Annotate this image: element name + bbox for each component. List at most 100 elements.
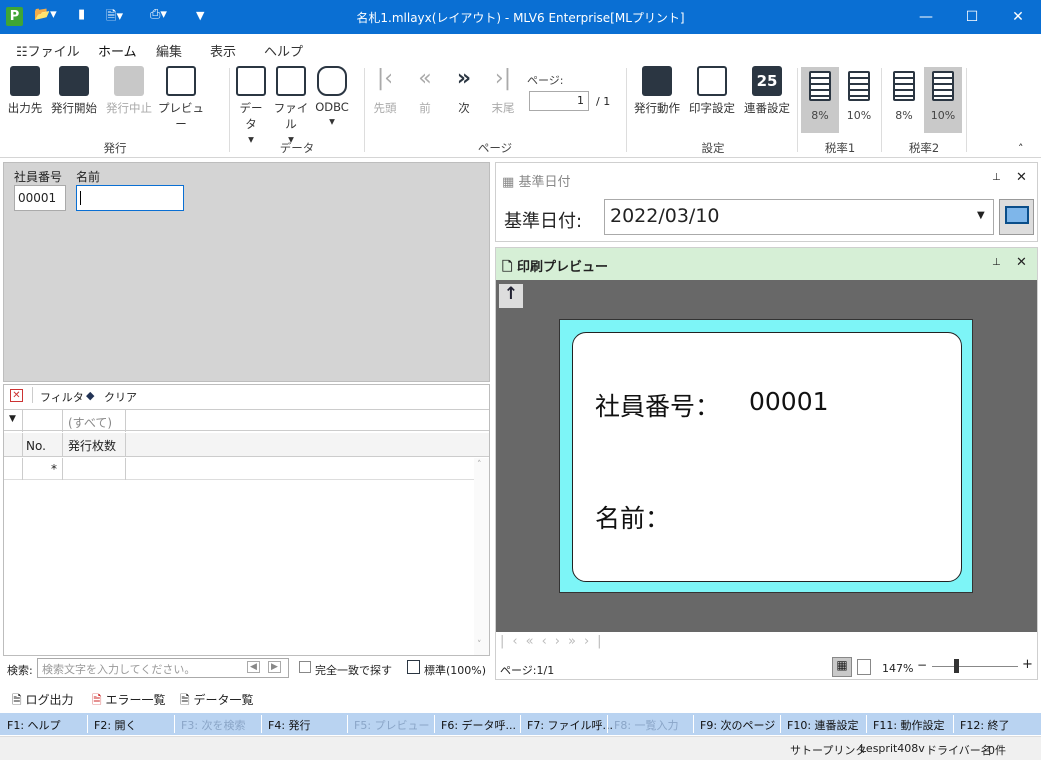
last-page-icon[interactable]: ›| <box>584 634 610 649</box>
calculator-icon <box>809 71 831 101</box>
zoom-slider[interactable] <box>932 666 1018 667</box>
double-chevron-right-icon[interactable]: » <box>568 634 584 649</box>
tab-help[interactable]: ヘルプ <box>264 41 303 60</box>
name-label: 名前 <box>76 170 101 184</box>
column-no[interactable]: No. <box>26 439 46 453</box>
name-field[interactable] <box>76 185 184 211</box>
fkey-separator <box>347 715 348 733</box>
preview-button[interactable]: プレビュー <box>158 66 204 132</box>
tab-data-list[interactable]: 🗎 データ一覧 <box>180 691 254 712</box>
search-prev-icon[interactable]: ◀ <box>247 661 260 673</box>
issue-action-button[interactable]: 発行動作 <box>632 66 682 116</box>
zoom-slider-thumb[interactable] <box>954 659 959 673</box>
tab-log-output[interactable]: 🗎 ログ出力 <box>12 691 74 712</box>
col-divider <box>125 458 126 480</box>
data-list-icon: 🗎 <box>180 693 190 707</box>
minimize-button[interactable]: — <box>903 0 949 34</box>
monitor-button[interactable] <box>999 199 1034 235</box>
fkey-separator <box>780 715 781 733</box>
status-printer-model: Lesprit408v <box>860 742 925 755</box>
f9-next-page-button[interactable]: F9: 次のページ <box>700 717 775 733</box>
tab-error-list[interactable]: 🗎 エラー一覧 <box>92 691 166 712</box>
maximize-button[interactable]: ☐ <box>949 0 995 34</box>
chevron-down-icon: ▼ <box>977 210 985 221</box>
collapse-ribbon-icon[interactable]: ˄ <box>1018 142 1024 155</box>
chevron-right-icon[interactable]: › <box>555 634 568 649</box>
f10-serial-settings-button[interactable]: F10: 連番設定 <box>787 717 859 733</box>
start-issue-button[interactable]: 発行開始 <box>50 66 98 116</box>
f4-issue-button[interactable]: F4: 発行 <box>268 717 311 733</box>
filter-row: ▼ (すべて) <box>4 409 489 432</box>
f7-file-call-button[interactable]: F7: ファイル呼... <box>527 717 613 733</box>
odbc-button[interactable]: ODBC ▾ <box>314 66 350 128</box>
stop-issue-button[interactable]: 発行中止 <box>104 66 154 116</box>
preview-canvas[interactable]: ↑ 社員番号： 00001 名前： <box>496 280 1037 632</box>
vertical-scrollbar[interactable]: ˄ ˅ <box>474 458 489 655</box>
pin-icon[interactable]: ⊥ <box>992 257 1001 268</box>
close-panel-icon[interactable]: ✕ <box>1016 170 1027 185</box>
grid-view-icon[interactable]: ▦ <box>832 657 852 677</box>
scroll-up-icon[interactable]: ˄ <box>477 460 482 470</box>
tax1-10-button[interactable]: 10% <box>840 67 878 133</box>
first-page-button[interactable]: |‹ 先頭 <box>370 66 400 116</box>
calculator-icon <box>932 71 954 101</box>
file-button[interactable]: ファイル ▾ <box>272 66 310 146</box>
table-row[interactable]: * <box>4 458 489 480</box>
zoom-out-icon[interactable]: − <box>917 658 927 672</box>
card-employee-number-text: 社員番号： <box>595 392 721 421</box>
standard-zoom-label[interactable]: 標準(100%) <box>424 662 486 678</box>
tab-view[interactable]: 表示 <box>210 41 236 60</box>
group-label-settings: 設定 <box>701 141 725 155</box>
clear-button[interactable]: クリア <box>104 389 137 405</box>
tax2-10-button[interactable]: 10% <box>924 67 962 133</box>
scroll-down-icon[interactable]: ˅ <box>477 640 482 650</box>
exact-match-checkbox[interactable] <box>299 661 311 673</box>
arrow-up-icon[interactable]: ↑ <box>499 284 523 308</box>
close-panel-icon[interactable]: ✕ <box>1016 255 1027 270</box>
f3-find-next-button[interactable]: F3: 次を検索 <box>181 717 246 733</box>
employee-number-field[interactable]: 00001 <box>14 185 66 211</box>
chevron-left-icon[interactable]: ‹ <box>542 634 555 649</box>
group-label-issue: 発行 <box>103 141 127 155</box>
f5-preview-button[interactable]: F5: プレビュー <box>354 717 430 733</box>
double-chevron-left-icon[interactable]: « <box>526 634 542 649</box>
close-button[interactable]: ✕ <box>995 0 1041 34</box>
group-label-data: データ <box>279 141 315 155</box>
next-page-button[interactable]: » 次 <box>449 66 479 116</box>
data-button[interactable]: データ ▾ <box>234 66 268 146</box>
status-count: 0件 <box>988 744 1006 757</box>
menu-icon: ☷ <box>16 45 28 60</box>
f6-data-call-button[interactable]: F6: データ呼... <box>441 717 516 733</box>
print-settings-button[interactable]: 印字設定 <box>687 66 737 116</box>
pin-icon[interactable]: ⊥ <box>992 172 1001 183</box>
search-next-icon[interactable]: ▶ <box>268 661 281 673</box>
group-separator <box>626 68 627 152</box>
f1-help-button[interactable]: F1: ヘルプ <box>7 717 61 733</box>
filter-all-cell[interactable]: (すべて) <box>68 414 112 431</box>
zoom-in-icon[interactable]: + <box>1022 657 1033 672</box>
prev-page-button[interactable]: «前 <box>410 66 440 116</box>
base-date-dropdown[interactable]: 2022/03/10 ▼ <box>604 199 994 235</box>
label-card-body: 社員番号： 00001 名前： <box>572 332 962 582</box>
last-page-button[interactable]: ›| 末尾 <box>488 66 518 116</box>
tab-file[interactable]: ☷ファイル <box>16 41 80 60</box>
group-separator <box>229 68 230 152</box>
tax2-8-button[interactable]: 8% <box>885 67 923 133</box>
input-form: 社員番号 00001 名前 <box>3 162 490 382</box>
f2-open-button[interactable]: F2: 開く <box>94 717 137 733</box>
tax1-8-button[interactable]: 8% <box>801 67 839 133</box>
f12-exit-button[interactable]: F12: 終了 <box>960 717 1010 733</box>
page-number-input[interactable]: 1 <box>529 91 589 111</box>
column-issue-count[interactable]: 発行枚数 <box>68 437 116 454</box>
filter-button[interactable]: フィルタ <box>40 389 84 405</box>
serial-settings-button[interactable]: 25 連番設定 <box>742 66 792 116</box>
panel-header: ▦ 基準日付 <box>502 175 571 190</box>
first-page-icon[interactable]: |‹ <box>500 634 526 649</box>
f8-list-input-button[interactable]: F8: 一覧入力 <box>614 717 679 733</box>
zoom-page-icon[interactable] <box>407 660 420 674</box>
output-destination-button[interactable]: 出力先 <box>6 66 44 116</box>
delete-icon[interactable]: ✕ <box>10 389 23 402</box>
f11-action-settings-button[interactable]: F11: 動作設定 <box>873 717 945 733</box>
tab-edit[interactable]: 編集 <box>156 41 182 60</box>
single-page-icon[interactable] <box>857 659 871 675</box>
